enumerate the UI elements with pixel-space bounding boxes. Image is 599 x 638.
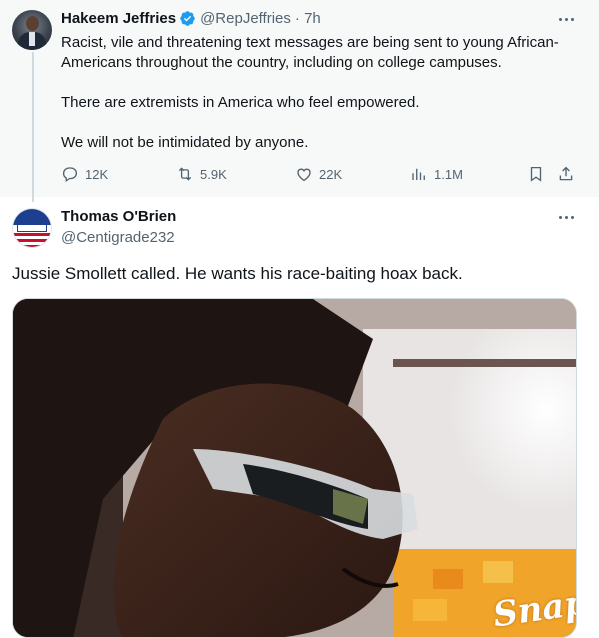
author-name[interactable]: Hakeem Jeffries — [61, 10, 176, 27]
views-count: 1.1M — [434, 166, 463, 182]
share-icon — [559, 166, 573, 181]
repost-button[interactable]: 5.9K — [176, 165, 227, 183]
tweet-text: Jussie Smollett called. He wants his rac… — [12, 264, 463, 283]
more-icon[interactable] — [557, 12, 577, 26]
verified-badge-icon — [180, 11, 195, 26]
tweet-text-line: We will not be intimidated by anyone. — [61, 134, 309, 151]
timestamp[interactable]: · 7h — [295, 10, 321, 27]
like-icon — [297, 168, 311, 182]
reply-count: 12K — [85, 166, 109, 182]
avatar[interactable] — [12, 208, 52, 248]
like-button[interactable]: 22K — [295, 165, 342, 183]
tweet-text-line: Americans throughout the country, includ… — [61, 54, 502, 71]
repost-count: 5.9K — [200, 166, 227, 182]
tweet-media-image[interactable]: Snap — [12, 298, 577, 638]
reply-button[interactable]: 12K — [61, 165, 108, 183]
thread-connector — [32, 52, 34, 202]
tweet-text-line: There are extremists in America who feel… — [61, 94, 420, 111]
views-icon — [412, 168, 425, 180]
author-handle[interactable]: @RepJeffries — [200, 10, 291, 27]
bookmark-button[interactable] — [527, 165, 551, 183]
avatar[interactable] — [12, 10, 52, 50]
tweet-text-line: Racist, vile and threatening text messag… — [61, 34, 559, 51]
more-icon[interactable] — [557, 210, 577, 224]
like-count: 22K — [319, 166, 343, 182]
views-button[interactable]: 1.1M — [410, 165, 463, 183]
video-frame — [13, 299, 576, 637]
author-name[interactable]: Thomas O'Brien — [61, 208, 176, 225]
reply-icon — [62, 167, 77, 183]
repost-icon — [178, 167, 192, 181]
author-handle[interactable]: @Centigrade232 — [61, 229, 175, 246]
tweet-header: Hakeem Jeffries @RepJeffries · 7h — [61, 10, 321, 27]
share-button[interactable] — [557, 165, 581, 183]
tweet-parent[interactable]: Hakeem Jeffries @RepJeffries · 7h Racist… — [0, 0, 599, 202]
bookmark-icon — [530, 166, 542, 182]
